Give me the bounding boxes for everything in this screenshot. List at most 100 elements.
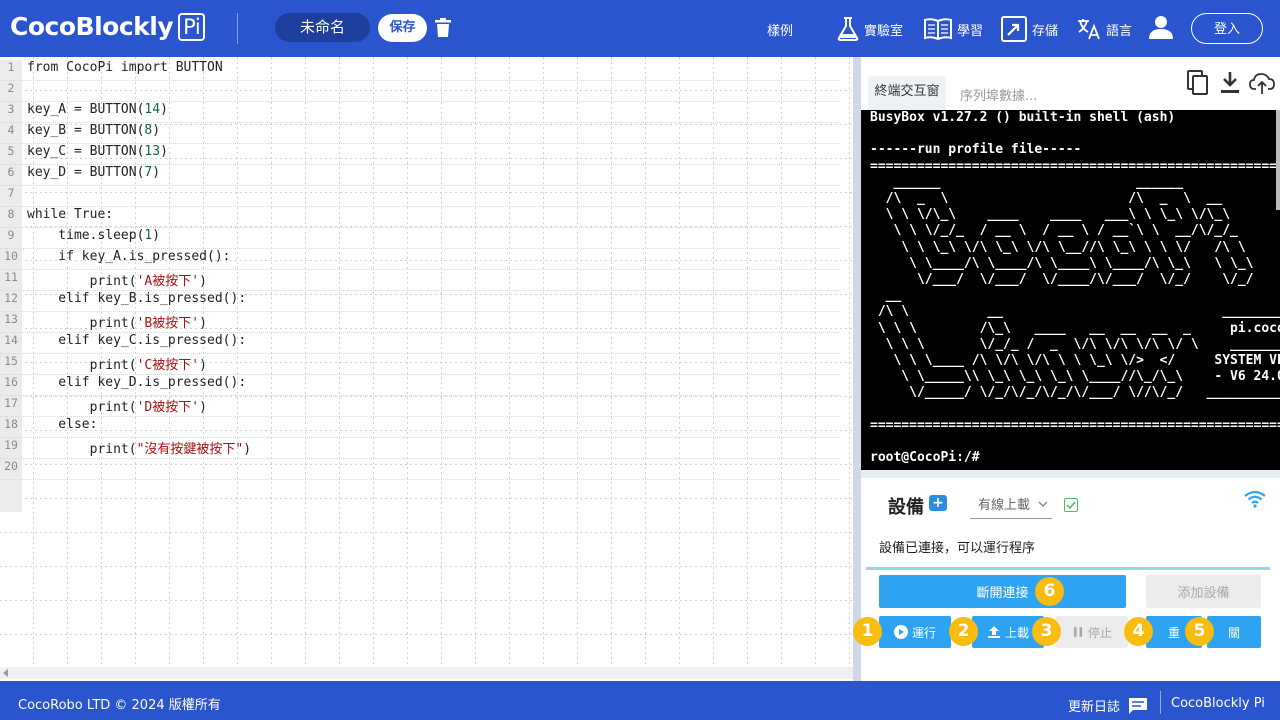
device-status: 設備已連接，可以運行程序 [866, 532, 1270, 570]
tab-serial[interactable]: 序列埠數據... [960, 85, 1037, 104]
code-text: key_B = BUTTON(8) [27, 123, 160, 138]
code-text: print('A被按下') [27, 270, 207, 289]
auto-connect-checkbox[interactable] [1064, 498, 1078, 512]
horizontal-scrollbar[interactable] [0, 667, 853, 679]
code-text: print("沒有按鍵被按下") [27, 438, 251, 457]
code-line[interactable]: 16 elif key_D.is_pressed(): [0, 375, 840, 396]
code-line[interactable]: 5 key_C = BUTTON(13) [0, 144, 840, 165]
flask-icon [837, 17, 859, 41]
code-line[interactable]: 3 key_A = BUTTON(14) [0, 102, 840, 123]
line-number: 6 [7, 165, 15, 179]
footer-brand: CocoBlockly Pi [1171, 696, 1265, 711]
nav-storage[interactable]: 存儲 [1000, 14, 1058, 44]
book-icon [924, 18, 952, 41]
download-icon[interactable] [1219, 70, 1241, 96]
code-line[interactable]: 13 print('B被按下') [0, 312, 840, 333]
code-line[interactable]: 18 else: [0, 417, 840, 438]
connection-mode-select[interactable]: 有線上載 [970, 495, 1052, 519]
line-number: 12 [4, 291, 18, 305]
line-number: 20 [4, 459, 18, 473]
code-token: print( [27, 274, 137, 289]
code-text: print('D被按下') [27, 396, 207, 415]
play-icon [893, 625, 908, 639]
code-token: print( [27, 400, 137, 415]
callout-badge-3: 3 [1032, 617, 1061, 646]
stop-label: 停止 [1087, 625, 1112, 640]
code-lines[interactable]: 1 from CocoPi import BUTTON 2 3 key_A = BUTT… [0, 60, 840, 480]
line-number: 8 [7, 207, 15, 221]
device-separator [861, 470, 1280, 478]
user-icon[interactable] [1148, 14, 1174, 40]
wifi-icon [1244, 490, 1266, 508]
code-line[interactable]: 14 elif key_C.is_pressed(): [0, 333, 840, 354]
disconnect-button[interactable]: 斷開連接 [879, 575, 1126, 608]
number-token: 13 [144, 144, 161, 159]
code-line[interactable]: 7 [0, 186, 840, 207]
code-line[interactable]: 20 [0, 459, 840, 480]
code-line[interactable]: 9 time.sleep(1) [0, 228, 840, 249]
code-token: ) [152, 165, 161, 180]
code-line[interactable]: 19 print("沒有按鍵被按下") [0, 438, 840, 459]
code-line[interactable]: 10 if key_A.is_pressed(): [0, 249, 840, 270]
code-token: key_C = BUTTON( [27, 144, 145, 159]
code-line[interactable]: 1 from CocoPi import BUTTON [0, 60, 840, 81]
callout-badge-6: 6 [1035, 577, 1064, 606]
code-text: key_C = BUTTON(13) [27, 144, 168, 159]
line-number: 7 [7, 186, 15, 200]
upload-label: 上載 [1004, 625, 1029, 640]
code-token: else: [27, 417, 98, 432]
run-button[interactable]: 運行 [879, 616, 951, 648]
nav-language[interactable]: 語言 [1076, 14, 1132, 44]
code-token: elif key_D.is_pressed(): [27, 375, 247, 390]
nav-lab[interactable]: 實驗室 [836, 14, 903, 44]
run-label: 運行 [911, 625, 936, 640]
logo[interactable]: CocoBlockly Pi [10, 12, 206, 41]
copy-icon[interactable] [1187, 70, 1209, 96]
changelog-link[interactable]: 更新日誌 [1068, 696, 1148, 715]
tab-terminal[interactable]: 終端交互窗 [868, 76, 946, 110]
copyright-text: CocoRobo LTD © 2024 版權所有 [18, 698, 221, 713]
disconnect-label: 斷開連接 [976, 586, 1029, 601]
nav-examples[interactable]: 樣例 [767, 14, 793, 44]
line-number: 17 [4, 396, 18, 410]
power-off-button[interactable]: 關 [1207, 616, 1261, 648]
code-line[interactable]: 6 key_D = BUTTON(7) [0, 165, 840, 186]
panel-splitter[interactable] [853, 57, 861, 681]
code-line[interactable]: 15 print('C被按下') [0, 354, 840, 375]
plus-square-icon[interactable]: + [929, 495, 947, 511]
login-button[interactable]: 登入 [1191, 13, 1263, 44]
save-button[interactable]: 保存 [378, 14, 427, 42]
line-number: 5 [7, 144, 15, 158]
code-line[interactable]: 4 key_B = BUTTON(8) [0, 123, 840, 144]
project-name-field[interactable]: 未命名 [275, 13, 370, 42]
code-text: print('B被按下') [27, 312, 207, 331]
cloud-upload-icon[interactable] [1249, 70, 1275, 96]
nav-storage-label: 存儲 [1032, 23, 1059, 39]
code-text: print('C被按下') [27, 354, 207, 373]
add-device-label: 添加設備 [1177, 586, 1230, 601]
terminal-text: BusyBox v1.27.2 () built-in shell (ash) … [870, 110, 1280, 466]
translate-icon [1078, 19, 1100, 40]
code-line[interactable]: 17 print('D被按下') [0, 396, 840, 417]
terminal-output[interactable]: BusyBox v1.27.2 () built-in shell (ash) … [861, 110, 1280, 470]
string-token: "沒有按鍵被按下" [136, 442, 244, 457]
connection-mode-value: 有線上載 [978, 498, 1031, 513]
scroll-left-icon[interactable] [3, 669, 8, 677]
code-line[interactable]: 11 print('A被按下') [0, 270, 840, 291]
code-line[interactable]: 12 elif key_B.is_pressed(): [0, 291, 840, 312]
stop-button: 停止 [1056, 616, 1128, 648]
nav-examples-label: 樣例 [767, 23, 794, 39]
code-line[interactable]: 8 while True: [0, 207, 840, 228]
line-number: 14 [4, 333, 18, 347]
code-text: time.sleep(1) [27, 228, 160, 243]
nav-learn[interactable]: 學習 [923, 14, 983, 44]
code-token: from CocoPi import BUTTON [27, 60, 223, 75]
code-text: elif key_B.is_pressed(): [27, 291, 246, 306]
code-token: ) [199, 358, 207, 373]
code-line[interactable]: 2 [0, 81, 840, 102]
code-text: if key_A.is_pressed(): [27, 249, 230, 264]
terminal-scrollbar[interactable] [1276, 110, 1280, 210]
trash-icon[interactable] [434, 18, 452, 38]
line-number: 18 [4, 417, 18, 431]
power-off-label: 關 [1227, 625, 1240, 640]
